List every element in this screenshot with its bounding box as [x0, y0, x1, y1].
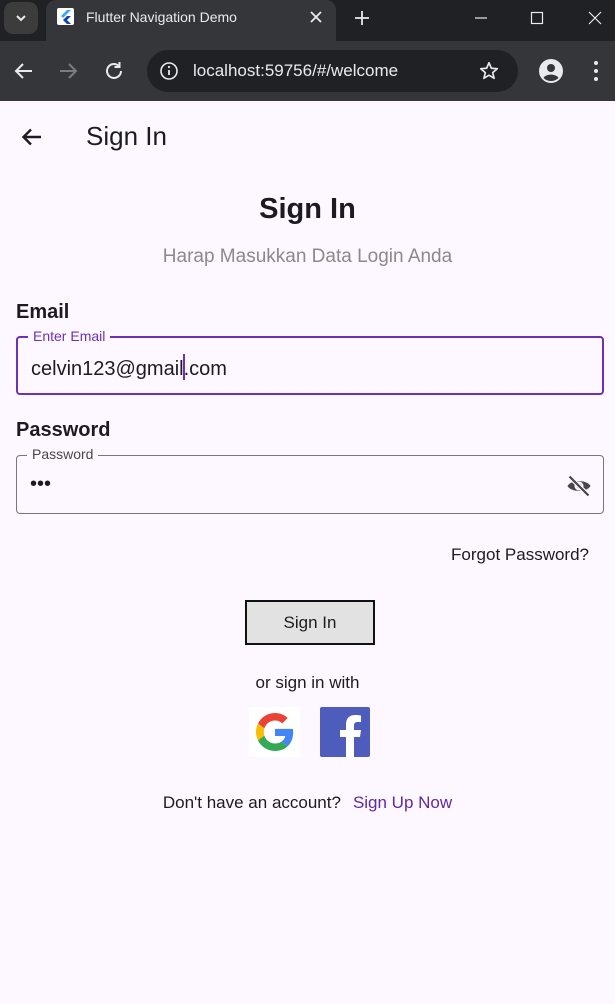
- email-label: Email: [16, 301, 70, 323]
- new-tab-icon[interactable]: [352, 8, 372, 28]
- password-field[interactable]: Password •••: [16, 446, 604, 514]
- maximize-button[interactable]: [522, 6, 552, 30]
- password-label: Password: [16, 419, 111, 441]
- social-prompt: or sign in with: [255, 673, 360, 692]
- minimize-icon: [475, 17, 487, 19]
- signup-row: Don't have an account? Sign Up Now: [0, 793, 615, 813]
- site-info-icon[interactable]: [159, 61, 179, 81]
- close-icon: [588, 11, 602, 25]
- more-menu-icon[interactable]: [586, 59, 606, 83]
- tab-search-button[interactable]: [4, 2, 38, 34]
- chevron-down-icon: [16, 15, 26, 22]
- forward-nav-icon[interactable]: [56, 59, 80, 83]
- page-title: Sign In: [86, 121, 167, 151]
- facebook-logo-icon: [340, 715, 361, 757]
- forgot-password-link[interactable]: Forgot Password?: [451, 545, 589, 565]
- address-bar[interactable]: localhost:59756/#/welcome: [147, 50, 518, 92]
- bookmark-star-icon[interactable]: [478, 60, 500, 82]
- password-floating-label: Password: [27, 446, 99, 462]
- email-floating-label: Enter Email: [28, 328, 111, 344]
- reload-icon[interactable]: [102, 59, 126, 83]
- email-field[interactable]: Enter Email celvin123@gmail.com: [16, 328, 604, 395]
- close-window-button[interactable]: [580, 6, 610, 30]
- minimize-button[interactable]: [466, 6, 496, 30]
- close-tab-icon[interactable]: [308, 9, 324, 25]
- password-value[interactable]: •••: [30, 473, 51, 496]
- sign-in-button[interactable]: Sign In: [245, 600, 375, 645]
- email-value[interactable]: celvin123@gmail.com: [31, 354, 227, 381]
- browser-tab[interactable]: Flutter Navigation Demo: [46, 0, 336, 41]
- sign-up-link[interactable]: Sign Up Now: [353, 793, 452, 812]
- maximize-icon: [530, 11, 544, 25]
- eye-off-icon[interactable]: [565, 472, 593, 500]
- arrow-left-icon: [21, 128, 41, 146]
- browser-toolbar: localhost:59756/#/welcome: [0, 41, 615, 101]
- url-text[interactable]: localhost:59756/#/welcome: [193, 61, 398, 81]
- form-heading: Sign In: [259, 193, 356, 225]
- browser-tab-strip: Flutter Navigation Demo: [0, 0, 615, 41]
- flutter-favicon-icon: [57, 8, 74, 25]
- form-subheading: Harap Masukkan Data Login Anda: [162, 246, 453, 267]
- tab-title: Flutter Navigation Demo: [86, 9, 237, 25]
- back-button[interactable]: [16, 121, 48, 153]
- back-nav-icon[interactable]: [12, 59, 36, 83]
- facebook-sign-in-button[interactable]: [320, 707, 370, 757]
- signup-prompt: Don't have an account?: [162, 793, 341, 812]
- google-sign-in-button[interactable]: [249, 707, 300, 757]
- google-logo-icon: [255, 713, 293, 751]
- profile-avatar-icon[interactable]: [538, 58, 564, 84]
- app-bar: Sign In: [0, 101, 615, 171]
